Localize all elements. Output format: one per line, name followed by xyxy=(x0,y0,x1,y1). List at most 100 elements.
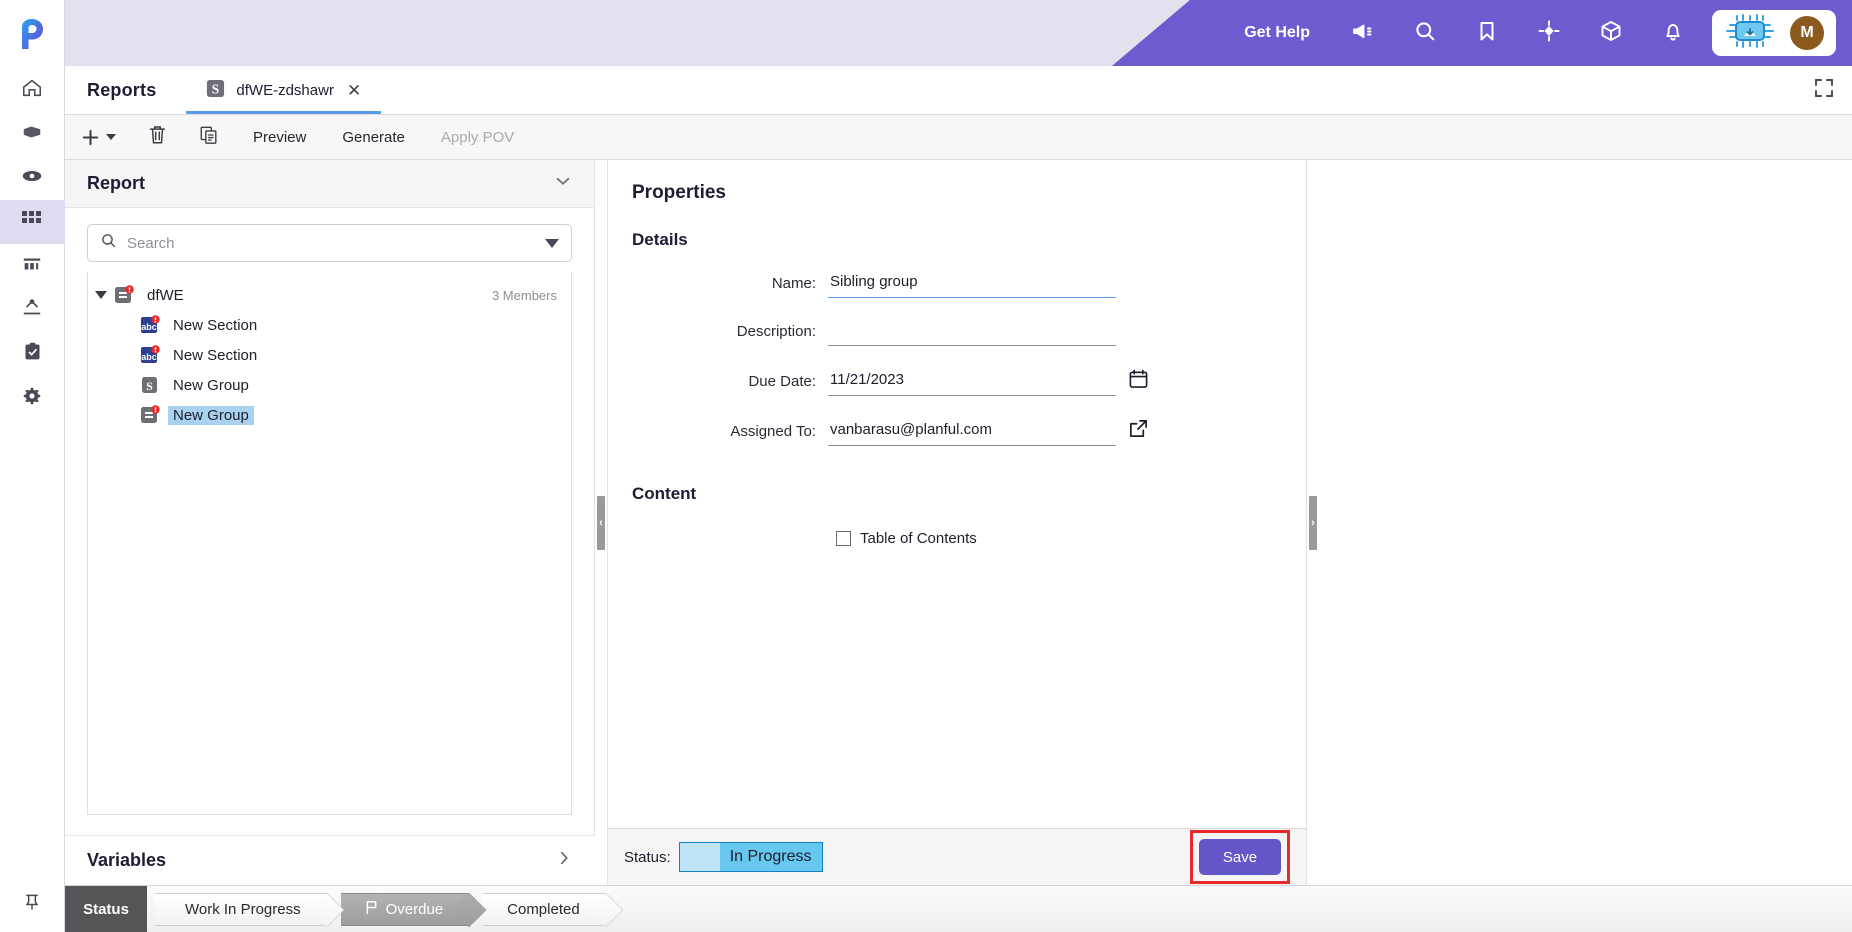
chevron-down-icon[interactable] xyxy=(554,172,572,195)
announcements-button[interactable] xyxy=(1332,0,1394,66)
pin-panel-button[interactable] xyxy=(0,876,65,932)
home-icon xyxy=(21,77,43,104)
delete-button[interactable] xyxy=(132,115,183,160)
flag-icon xyxy=(365,900,378,919)
save-button[interactable]: Save xyxy=(1199,839,1281,875)
member-count: 3 Members xyxy=(491,287,557,303)
box-icon xyxy=(21,121,43,148)
description-field[interactable] xyxy=(828,320,1116,346)
notifications-button[interactable] xyxy=(1642,0,1704,66)
sidebar-item-settings[interactable] xyxy=(0,376,65,420)
report-panel-header[interactable]: Report xyxy=(65,160,594,208)
tab-dfwe-zdshawr[interactable]: S dfWE-zdshawr ✕ xyxy=(186,66,381,114)
grid-icon xyxy=(22,210,42,235)
bookmarks-button[interactable] xyxy=(1456,0,1518,66)
trash-icon xyxy=(148,125,167,150)
table-of-contents-row[interactable]: Table of Contents xyxy=(608,530,1306,547)
planful-logo[interactable] xyxy=(0,0,64,68)
get-help-button[interactable]: Get Help xyxy=(1222,24,1332,42)
dollar-doc-icon: S xyxy=(140,375,160,395)
report-panel-title: Report xyxy=(87,173,145,193)
collapse-right-handle[interactable]: › xyxy=(1309,495,1317,550)
chevron-right-icon[interactable] xyxy=(555,849,573,872)
status-badge-swatch xyxy=(679,843,720,871)
assigned-to-open-button[interactable] xyxy=(1116,418,1160,446)
preview-button[interactable]: Preview xyxy=(235,115,324,160)
dollar-doc-icon: S xyxy=(206,79,225,102)
generate-button[interactable]: Generate xyxy=(324,115,423,160)
group-alert-icon xyxy=(114,285,134,305)
collapse-left-handle[interactable]: ‹ xyxy=(597,495,605,550)
expand-toggle-icon[interactable] xyxy=(88,291,114,299)
tree-row[interactable]: dfWE 3 Members xyxy=(88,280,571,310)
chevron-down-icon[interactable] xyxy=(106,134,116,140)
sidebar-item-reports[interactable] xyxy=(0,244,65,288)
avatar[interactable]: M xyxy=(1790,16,1824,50)
chip-icon xyxy=(1724,13,1776,53)
clipboard-check-icon xyxy=(22,341,43,367)
tree-row[interactable]: S New Group xyxy=(88,370,571,400)
name-action-placeholder xyxy=(1116,296,1160,298)
properties-footer: Status: In Progress Save xyxy=(608,828,1306,885)
left-panel-divider[interactable]: ‹ xyxy=(595,160,607,885)
body-area: Report dfWE 3 Membe xyxy=(65,160,1852,885)
sidebar-item-package[interactable] xyxy=(0,112,65,156)
expand-icon xyxy=(1814,78,1834,103)
navigate-button[interactable] xyxy=(1518,0,1580,66)
fullscreen-button[interactable] xyxy=(1796,66,1852,114)
top-header-bar: Get Help M xyxy=(65,0,1852,66)
variables-panel-header[interactable]: Variables xyxy=(65,835,595,885)
status-badge-text: In Progress xyxy=(719,843,822,871)
status-badge[interactable]: In Progress xyxy=(678,842,823,872)
copy-button[interactable] xyxy=(183,115,235,160)
report-toolbar: Preview Generate Apply POV xyxy=(65,115,1852,160)
workflow-status-bar: Status Work In Progress Overdue Complete… xyxy=(65,885,1852,932)
workflow-step-completed[interactable]: Completed xyxy=(483,892,606,926)
add-button[interactable] xyxy=(65,115,132,160)
right-panel-divider[interactable]: › xyxy=(1307,160,1319,885)
svg-text:S: S xyxy=(212,81,219,96)
properties-panel: Properties Details Name: Description: Du… xyxy=(607,160,1307,885)
sidebar-item-visibility[interactable] xyxy=(0,156,65,200)
due-date-picker-button[interactable] xyxy=(1116,368,1160,396)
tree-label: New Section xyxy=(173,346,258,364)
sidebar-item-apps[interactable] xyxy=(0,200,65,244)
bar-chart-icon xyxy=(21,253,43,280)
properties-scroll: Properties Details Name: Description: Du… xyxy=(608,160,1306,828)
due-date-field[interactable] xyxy=(828,370,1116,396)
search-input[interactable] xyxy=(127,234,535,252)
close-icon[interactable]: ✕ xyxy=(347,82,361,99)
eye-icon xyxy=(21,165,43,192)
page-title: Reports xyxy=(87,79,157,100)
properties-title: Properties xyxy=(632,182,726,203)
filter-caret-icon[interactable] xyxy=(545,238,559,248)
workflow-status-label: Status xyxy=(65,886,147,932)
abc-alert-icon: abc xyxy=(140,345,160,365)
assigned-to-field[interactable] xyxy=(828,420,1116,446)
variables-title: Variables xyxy=(87,850,167,870)
sidebar-item-consolidation[interactable] xyxy=(0,288,65,332)
header-actions: Get Help M xyxy=(1222,0,1852,66)
report-tree[interactable]: dfWE 3 Members abc New Section abc New S… xyxy=(87,272,572,815)
name-field[interactable] xyxy=(828,272,1116,298)
bookmark-icon xyxy=(1475,19,1499,48)
search-icon xyxy=(100,232,117,254)
sidebar-item-home[interactable] xyxy=(0,68,65,112)
workflow-steps: Work In Progress Overdue Completed xyxy=(147,886,620,932)
hierarchy-icon xyxy=(21,297,43,324)
workflow-step-overdue[interactable]: Overdue xyxy=(340,892,470,926)
preview-panel xyxy=(1319,160,1852,885)
packages-button[interactable] xyxy=(1580,0,1642,66)
description-label: Description: xyxy=(736,323,816,340)
search-button[interactable] xyxy=(1394,0,1456,66)
search-box[interactable] xyxy=(87,224,572,262)
copy-icon xyxy=(199,125,219,150)
save-button-highlight: Save xyxy=(1190,830,1290,884)
tree-row[interactable]: abc New Section xyxy=(88,310,571,340)
ai-assistant-button[interactable]: M xyxy=(1712,10,1836,56)
table-of-contents-checkbox[interactable] xyxy=(836,531,851,546)
workflow-step-work-in-progress[interactable]: Work In Progress xyxy=(155,892,327,926)
sidebar-item-tasks[interactable] xyxy=(0,332,65,376)
tree-row[interactable]: abc New Section xyxy=(88,340,571,370)
tree-row[interactable]: New Group xyxy=(88,400,571,430)
